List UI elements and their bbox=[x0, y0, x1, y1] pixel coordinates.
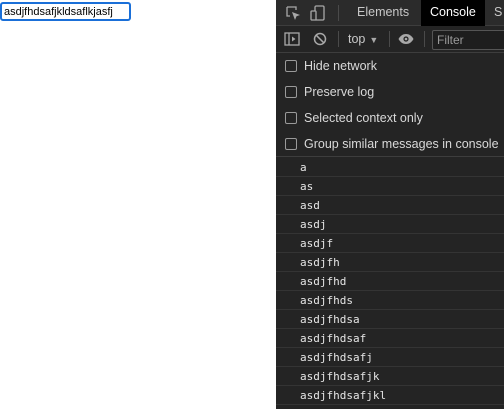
console-message: asdjfhdsafj bbox=[276, 348, 504, 367]
checkbox[interactable] bbox=[285, 112, 297, 124]
console-message: as bbox=[276, 177, 504, 196]
checkbox[interactable] bbox=[285, 60, 297, 72]
console-message: asdjfh bbox=[276, 253, 504, 272]
tab-sources[interactable]: S bbox=[485, 0, 504, 26]
text-input[interactable] bbox=[0, 2, 131, 21]
console-message: asdjfhdsafjk bbox=[276, 367, 504, 386]
clear-console-icon[interactable] bbox=[311, 30, 329, 48]
devtools-panel: Elements Console S top ▼ Filter Hide net… bbox=[276, 0, 504, 409]
setting-label: Hide network bbox=[304, 59, 377, 73]
inspect-element-icon[interactable] bbox=[284, 4, 302, 22]
toolbar-divider bbox=[338, 31, 339, 47]
console-message: asdjfhd bbox=[276, 272, 504, 291]
toolbar-divider bbox=[424, 31, 425, 47]
console-settings: Hide network Preserve log Selected conte… bbox=[276, 53, 504, 157]
setting-hide-network[interactable]: Hide network bbox=[276, 53, 504, 79]
tab-console[interactable]: Console bbox=[421, 0, 485, 26]
setting-selected-context-only[interactable]: Selected context only bbox=[276, 105, 504, 131]
console-message: asdjfhds bbox=[276, 291, 504, 310]
console-message: asdjfhdsaf bbox=[276, 329, 504, 348]
context-selector[interactable]: top ▼ bbox=[348, 30, 378, 48]
setting-label: Preserve log bbox=[304, 85, 375, 99]
page-content bbox=[0, 0, 276, 409]
setting-label: Selected context only bbox=[304, 111, 423, 125]
console-message: asdjfhdsafjkl bbox=[276, 386, 504, 405]
checkbox[interactable] bbox=[285, 138, 297, 150]
device-toolbar-icon[interactable] bbox=[309, 4, 327, 22]
toolbar-divider bbox=[338, 5, 339, 21]
console-toolbar: top ▼ bbox=[276, 26, 504, 53]
checkbox[interactable] bbox=[285, 86, 297, 98]
context-label: top bbox=[348, 32, 366, 46]
sidebar-toggle-icon[interactable] bbox=[283, 30, 301, 48]
console-message: asd bbox=[276, 196, 504, 215]
toolbar-divider bbox=[389, 31, 390, 47]
devtools-main-toolbar: Elements Console S bbox=[276, 0, 504, 26]
caret-down-icon: ▼ bbox=[369, 35, 379, 45]
console-message: asdjf bbox=[276, 234, 504, 253]
console-messages: a as asd asdj asdjf asdjfh asdjfhd asdjf… bbox=[276, 158, 504, 409]
console-message: a bbox=[276, 158, 504, 177]
setting-label: Group similar messages in console bbox=[304, 137, 499, 151]
console-message: asdj bbox=[276, 215, 504, 234]
setting-group-similar[interactable]: Group similar messages in console bbox=[276, 131, 504, 157]
setting-preserve-log[interactable]: Preserve log bbox=[276, 79, 504, 105]
filter-input[interactable] bbox=[432, 30, 504, 50]
tab-elements[interactable]: Elements bbox=[348, 0, 421, 26]
console-message: asdjfhdsa bbox=[276, 310, 504, 329]
page: Elements Console S top▼ bbox=[0, 0, 504, 409]
eye-icon[interactable] bbox=[397, 30, 415, 48]
